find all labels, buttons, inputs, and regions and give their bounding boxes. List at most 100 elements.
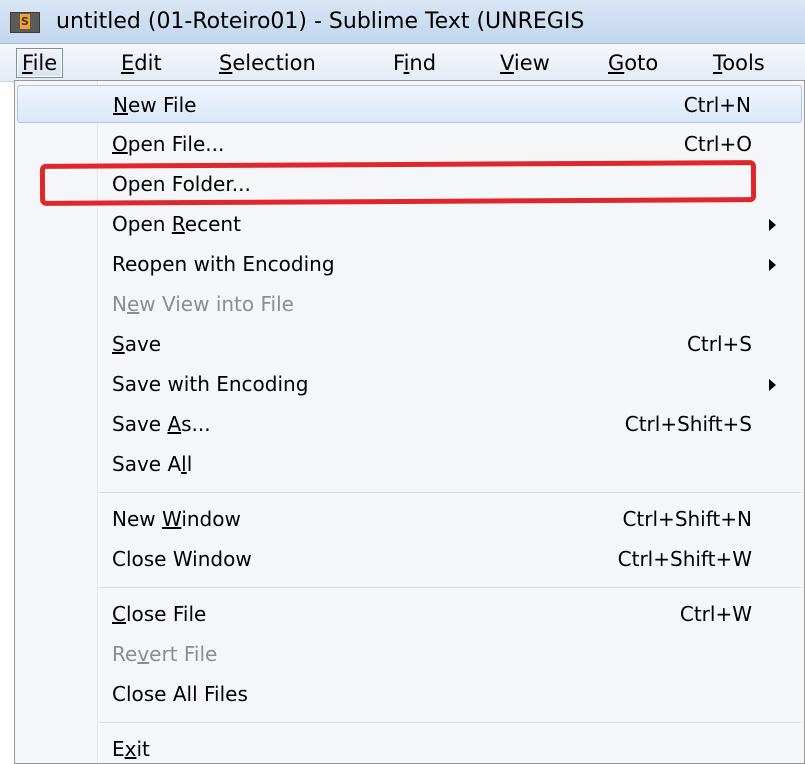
menu-file[interactable]: File	[16, 48, 64, 78]
sublime-text-app-icon[interactable]: S	[10, 12, 40, 33]
label-text: F	[393, 51, 404, 75]
label-text: nd	[409, 51, 437, 75]
label-text: ools	[722, 51, 765, 75]
menu-separator	[99, 492, 802, 493]
label-text: Reopen with Encoding	[112, 252, 335, 276]
menu-separator	[99, 722, 802, 723]
label-text: s...	[181, 412, 211, 436]
label-text: Open	[112, 212, 172, 236]
label-text: l	[186, 452, 193, 476]
menu-item-save-with-encoding[interactable]: Save with Encoding	[17, 365, 802, 403]
menu-item-shortcut: Ctrl+Shift+W	[617, 547, 752, 571]
menu-item-shortcut: Ctrl+W	[679, 602, 752, 626]
menu-item-exit[interactable]: Exit	[17, 730, 802, 764]
menu-item-label: Reopen with Encoding	[112, 245, 335, 283]
menu-item-close-file[interactable]: Close File Ctrl+W	[17, 595, 802, 633]
label-text: oto	[624, 51, 659, 75]
label-text: iew	[513, 51, 550, 75]
mnemonic-letter: v	[137, 642, 150, 666]
label-text: dit	[134, 51, 162, 75]
menu-tools[interactable]: Tools	[713, 50, 765, 76]
menu-item-save-all[interactable]: Save All	[17, 445, 802, 483]
menu-item-label: Open File...	[112, 125, 224, 163]
menu-item-shortcut: Ctrl+Shift+S	[624, 412, 752, 436]
menu-item-label: New View into File	[112, 285, 294, 323]
menu-item-save-as[interactable]: Save As... Ctrl+Shift+S	[17, 405, 802, 443]
menu-item-label: Save with Encoding	[112, 365, 308, 403]
mnemonic-letter: R	[171, 212, 185, 236]
label-text: ert File	[149, 642, 218, 666]
label-text: ecent	[184, 212, 241, 236]
menu-item-reopen-with-encoding[interactable]: Reopen with Encoding	[17, 245, 802, 283]
menu-item-label: New Window	[112, 500, 241, 538]
menu-item-revert-file: Revert File	[17, 635, 802, 673]
label-text: Save with Encoding	[112, 372, 309, 396]
menu-item-close-all-files[interactable]: Close All Files	[17, 675, 802, 713]
mnemonic-letter: V	[500, 51, 514, 75]
mnemonic-letter: E	[121, 51, 135, 75]
label-text: ave	[124, 332, 162, 356]
menu-item-label: Save As...	[112, 405, 211, 443]
menu-goto[interactable]: Goto	[608, 50, 658, 76]
label-text: Close Window	[112, 547, 252, 571]
label-text: Re	[112, 642, 138, 666]
mnemonic-letter: C	[112, 602, 126, 626]
menu-item-new-view-into-file: New View into File	[17, 285, 802, 323]
menu-item-open-file[interactable]: Open File... Ctrl+O	[17, 125, 802, 163]
menu-item-label: Save All	[112, 445, 192, 483]
menu-item-label: New File	[113, 86, 196, 124]
menu-item-label: Close Window	[112, 540, 252, 578]
menu-item-new-file[interactable]: New File Ctrl+N	[17, 85, 802, 123]
mnemonic-letter: N	[113, 93, 128, 117]
menu-item-shortcut: Ctrl+S	[686, 332, 752, 356]
menu-item-label: Exit	[112, 730, 150, 764]
label-text: lose File	[125, 602, 207, 626]
menu-item-label: Open Recent	[112, 205, 241, 243]
submenu-arrow-icon	[769, 259, 776, 271]
mnemonic-letter: W	[161, 507, 182, 531]
sublime-text-window: S untitled (01-Roteiro01) - Sublime Text…	[0, 0, 805, 764]
label-text: New	[112, 507, 162, 531]
mnemonic-letter: S	[219, 51, 233, 75]
mnemonic-letter: G	[608, 51, 625, 75]
s-logo-icon: S	[20, 14, 30, 29]
mnemonic-letter: x	[124, 737, 137, 761]
mnemonic-letter: F	[22, 51, 33, 75]
label-text: Close All Files	[112, 682, 248, 706]
menu-bar: File Edit Selection Find View Goto Tools	[0, 44, 805, 82]
label-text: ew File	[127, 93, 197, 117]
menu-item-label: Close All Files	[112, 675, 248, 713]
menu-edit[interactable]: Edit	[121, 50, 162, 76]
menu-selection[interactable]: Selection	[219, 50, 316, 76]
menu-item-shortcut: Ctrl+N	[683, 93, 751, 117]
label-text: election	[232, 51, 316, 75]
red-annotation-box	[39, 160, 757, 206]
window-title: untitled (01-Roteiro01) - Sublime Text (…	[56, 9, 585, 34]
label-text: N	[112, 292, 127, 316]
mnemonic-letter: O	[112, 132, 128, 156]
menu-item-open-recent[interactable]: Open Recent	[17, 205, 802, 243]
title-bar: S untitled (01-Roteiro01) - Sublime Text…	[0, 0, 805, 44]
label-text: E	[112, 737, 125, 761]
mnemonic-letter: e	[126, 292, 140, 316]
label-text: it	[136, 737, 150, 761]
menu-item-shortcut: Ctrl+O	[683, 132, 752, 156]
menu-item-save[interactable]: Save Ctrl+S	[17, 325, 802, 363]
submenu-arrow-icon	[769, 219, 776, 231]
menu-separator	[99, 587, 802, 588]
label-text: Save A	[112, 452, 182, 476]
submenu-arrow-icon	[769, 379, 776, 391]
menu-item-new-window[interactable]: New Window Ctrl+Shift+N	[17, 500, 802, 538]
label-text: Save	[112, 412, 168, 436]
mnemonic-letter: A	[167, 412, 182, 436]
mnemonic-letter: T	[713, 51, 723, 75]
menu-item-label: Revert File	[112, 635, 217, 673]
menu-item-close-window[interactable]: Close Window Ctrl+Shift+W	[17, 540, 802, 578]
label-text: w View into File	[139, 292, 294, 316]
menu-item-label: Close File	[112, 595, 206, 633]
label-text: ile	[32, 51, 58, 75]
mnemonic-letter: S	[112, 332, 125, 356]
menu-item-shortcut: Ctrl+Shift+N	[622, 507, 752, 531]
menu-find[interactable]: Find	[393, 50, 436, 76]
menu-view[interactable]: View	[500, 50, 550, 76]
